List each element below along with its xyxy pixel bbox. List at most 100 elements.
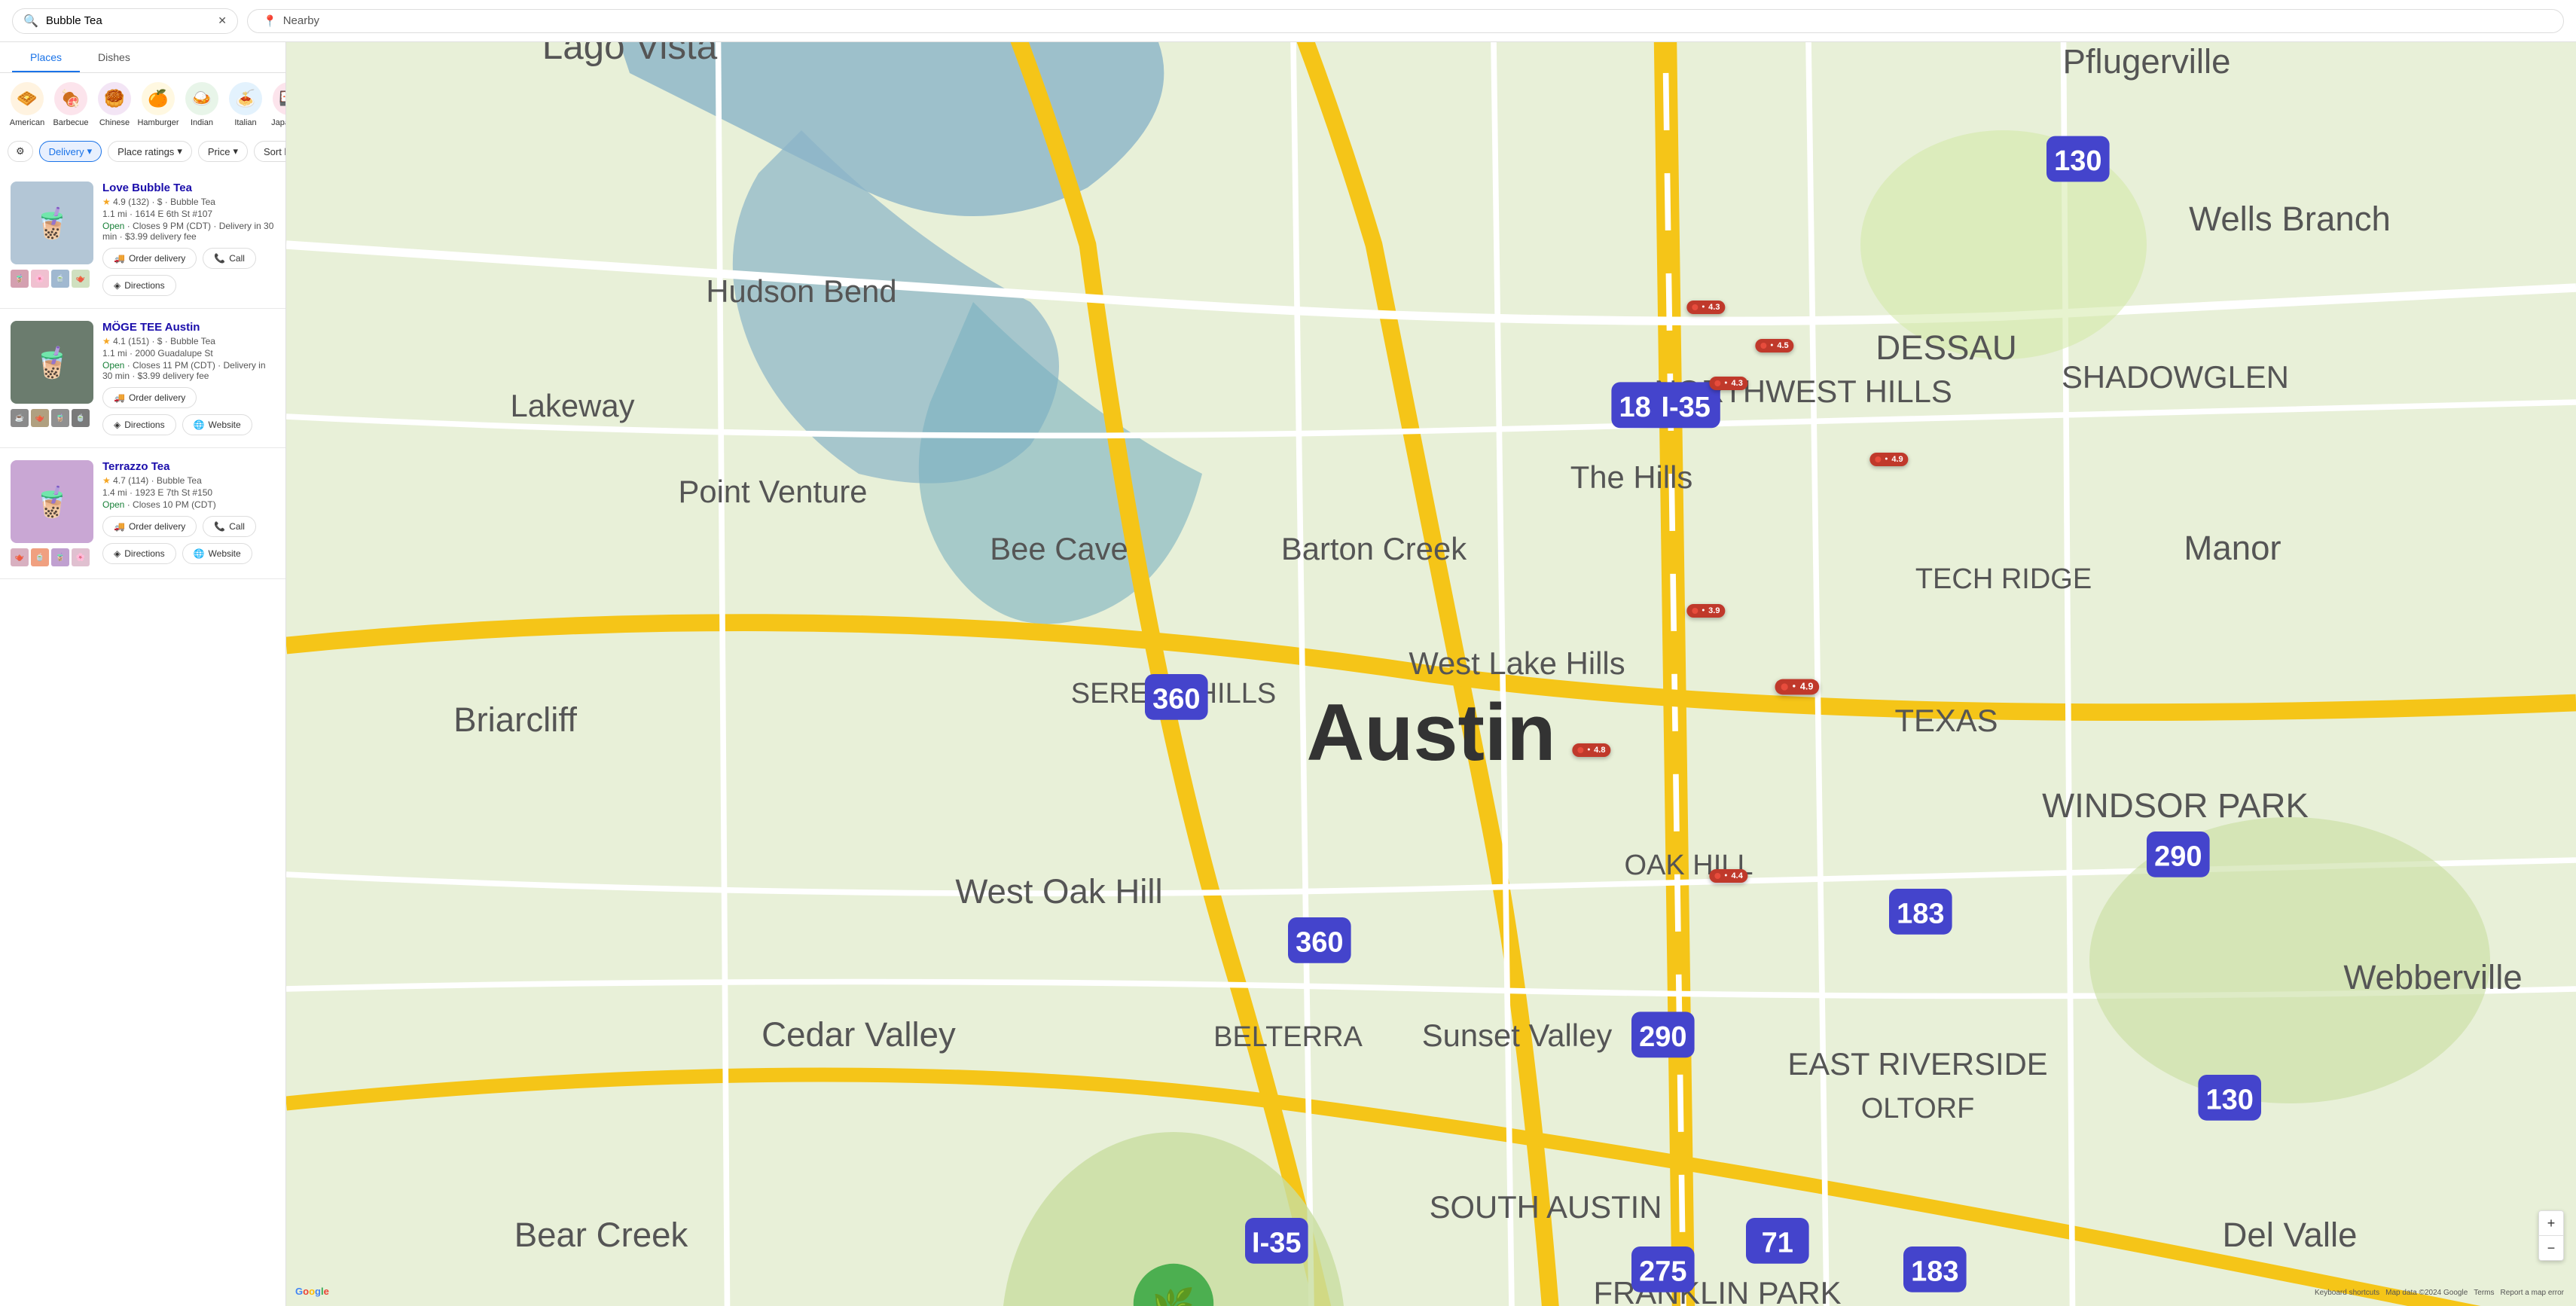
svg-text:130: 130	[2054, 145, 2101, 177]
filter-place-ratings[interactable]: Place ratings ▾	[108, 141, 192, 162]
report-link[interactable]: Report a map error	[2501, 1289, 2564, 1297]
svg-text:West Oak Hill: West Oak Hill	[955, 872, 1162, 911]
tab-places[interactable]: Places	[12, 42, 80, 72]
website-icon-moge: 🌐	[194, 420, 205, 430]
map-panel[interactable]: Austin Lago Vista Jonestown Cedar Park C…	[286, 42, 2576, 1306]
result-status-terrazzo: Open · Closes 10 PM (CDT)	[102, 499, 275, 510]
directions-icon-terrazzo: ◈	[114, 548, 121, 559]
svg-text:🌿: 🌿	[1152, 1286, 1195, 1306]
result-meta-moge: ★ 4.1 (151) · $ · Bubble Tea	[102, 336, 275, 346]
map-pin-7[interactable]: 4.8	[1572, 743, 1610, 757]
filter-tune[interactable]: ⚙	[8, 141, 33, 162]
map-pin-5[interactable]: 3.9	[1686, 604, 1725, 618]
svg-text:71: 71	[1762, 1228, 1793, 1259]
directions-moge[interactable]: ◈ Directions	[102, 414, 176, 435]
category-indian[interactable]: 🍛 Indian	[182, 82, 221, 127]
result-status-moge: Open · Closes 11 PM (CDT) · Delivery in …	[102, 360, 275, 381]
result-moge-tee[interactable]: 🧋 ☕ 🫖 🧋 🍵 MÖGE TEE Austin ★	[0, 309, 285, 448]
search-input[interactable]	[46, 14, 210, 27]
thumb4: 🫖	[72, 270, 90, 288]
category-italian[interactable]: 🍝 Italian	[226, 82, 265, 127]
svg-text:360: 360	[1152, 684, 1200, 716]
filter-bar: ⚙ Delivery ▾ Place ratings ▾ Price ▾ Sor…	[0, 136, 285, 169]
website-terrazzo[interactable]: 🌐 Website	[182, 543, 252, 564]
svg-text:130: 130	[2205, 1085, 2253, 1116]
moge-thumb1: ☕	[11, 409, 29, 427]
delivery-chevron: ▾	[87, 145, 93, 157]
result-actions-moge: 🚚 Order delivery ◈ Directions 🌐 Website	[102, 387, 275, 435]
svg-text:BELTERRA: BELTERRA	[1213, 1021, 1363, 1053]
category-american[interactable]: 🧇 American	[8, 82, 47, 127]
svg-text:Del Valle: Del Valle	[2222, 1216, 2357, 1254]
keyboard-shortcuts[interactable]: Keyboard shortcuts	[2315, 1289, 2379, 1297]
category-barbecue[interactable]: 🍖 Barbecue	[51, 82, 90, 127]
delivery-icon-terrazzo: 🚚	[114, 521, 125, 532]
svg-text:FRANKLIN PARK: FRANKLIN PARK	[1593, 1275, 1841, 1306]
result-love-bubble-tea[interactable]: 🧋 🧋 🌸 🍵 🫖 Love Bubble Tea ★	[0, 169, 285, 309]
result-actions-love: 🚚 Order delivery 📞 Call ◈ Directions	[102, 248, 275, 296]
terr-thumb2: 🍵	[31, 548, 49, 566]
svg-text:Bear Creek: Bear Creek	[514, 1216, 688, 1254]
map-pin-4[interactable]: 4.9	[1869, 453, 1908, 466]
svg-text:The Hills: The Hills	[1570, 459, 1693, 495]
call-icon-terrazzo: 📞	[214, 521, 225, 532]
svg-text:Manor: Manor	[2184, 529, 2281, 567]
terms-link[interactable]: Terms	[2474, 1289, 2494, 1297]
directions-terrazzo[interactable]: ◈ Directions	[102, 543, 176, 564]
place-ratings-label: Place ratings	[118, 146, 174, 157]
map-pin-1[interactable]: 4.3	[1686, 301, 1725, 314]
category-japanese[interactable]: 🍱 Japanese	[270, 82, 285, 127]
map-pin-8[interactable]: 4.4	[1710, 869, 1748, 883]
filter-price[interactable]: Price ▾	[198, 141, 248, 162]
result-address-terrazzo: 1.4 mi · 1923 E 7th St #150	[102, 487, 275, 498]
svg-text:Wells Branch: Wells Branch	[2189, 200, 2391, 238]
zoom-out-button[interactable]: −	[2539, 1236, 2563, 1260]
svg-text:EAST RIVERSIDE: EAST RIVERSIDE	[1787, 1046, 2047, 1082]
filter-delivery[interactable]: Delivery ▾	[39, 141, 102, 162]
zoom-in-button[interactable]: +	[2539, 1211, 2563, 1235]
result-image-love: 🧋	[11, 182, 93, 264]
result-meta-love: ★ 4.9 (132) · $ · Bubble Tea	[102, 197, 275, 207]
result-name-love: Love Bubble Tea	[102, 182, 275, 194]
categories: 🧇 American 🍖 Barbecue 🥮 Chinese 🍊 Hambur…	[0, 73, 285, 136]
result-terrazzo[interactable]: 🧋 🫖 🍵 🧋 🌸 Terrazzo Tea ★	[0, 448, 285, 579]
svg-text:OLTORF: OLTORF	[1861, 1093, 1975, 1124]
main-layout: Places Dishes 🧇 American 🍖 Barbecue 🥮 Ch…	[0, 42, 2576, 1306]
directions-love[interactable]: ◈ Directions	[102, 275, 176, 296]
location-text: Nearby	[283, 14, 319, 27]
call-icon-love: 📞	[214, 253, 225, 264]
svg-text:183: 183	[1911, 1256, 1958, 1288]
svg-text:360: 360	[1296, 927, 1343, 959]
website-moge[interactable]: 🌐 Website	[182, 414, 252, 435]
map-pin-6[interactable]: 4.9	[1775, 679, 1820, 694]
location-icon: 📍	[263, 14, 277, 28]
map-pin-2[interactable]: 4.5	[1755, 339, 1793, 352]
category-chinese[interactable]: 🥮 Chinese	[95, 82, 134, 127]
call-terrazzo[interactable]: 📞 Call	[203, 516, 256, 537]
order-delivery-moge[interactable]: 🚚 Order delivery	[102, 387, 197, 408]
result-meta-terrazzo: ★ 4.7 (114) · Bubble Tea	[102, 475, 275, 486]
svg-text:DESSAU: DESSAU	[1876, 328, 2017, 367]
map-attribution: Keyboard shortcuts Map data ©2024 Google…	[2315, 1289, 2564, 1297]
svg-text:Pflugerville: Pflugerville	[2062, 42, 2230, 81]
category-hamburger[interactable]: 🍊 Hamburger	[139, 82, 178, 127]
search-input-wrap[interactable]: 🔍 ✕	[12, 8, 238, 34]
thumb2: 🌸	[31, 270, 49, 288]
svg-text:Austin: Austin	[1307, 688, 1556, 777]
svg-text:Hudson Bend: Hudson Bend	[706, 273, 896, 309]
order-delivery-terrazzo[interactable]: 🚚 Order delivery	[102, 516, 197, 537]
svg-text:183: 183	[1897, 899, 1944, 930]
result-name-terrazzo: Terrazzo Tea	[102, 460, 275, 473]
map-pin-3[interactable]: 4.3	[1710, 377, 1748, 390]
map-zoom-controls: + −	[2538, 1210, 2564, 1261]
location-input-wrap[interactable]: 📍 Nearby	[247, 9, 2564, 33]
tab-dishes[interactable]: Dishes	[80, 42, 148, 72]
delivery-icon-moge: 🚚	[114, 392, 125, 403]
result-actions-terrazzo: 🚚 Order delivery 📞 Call ◈ Directions	[102, 516, 275, 564]
svg-text:SOUTH AUSTIN: SOUTH AUSTIN	[1430, 1189, 1662, 1225]
order-delivery-love[interactable]: 🚚 Order delivery	[102, 248, 197, 269]
thumb3: 🍵	[51, 270, 69, 288]
filter-sort-by[interactable]: Sort by ▾	[254, 141, 285, 162]
clear-button[interactable]: ✕	[218, 14, 227, 27]
call-love[interactable]: 📞 Call	[203, 248, 256, 269]
